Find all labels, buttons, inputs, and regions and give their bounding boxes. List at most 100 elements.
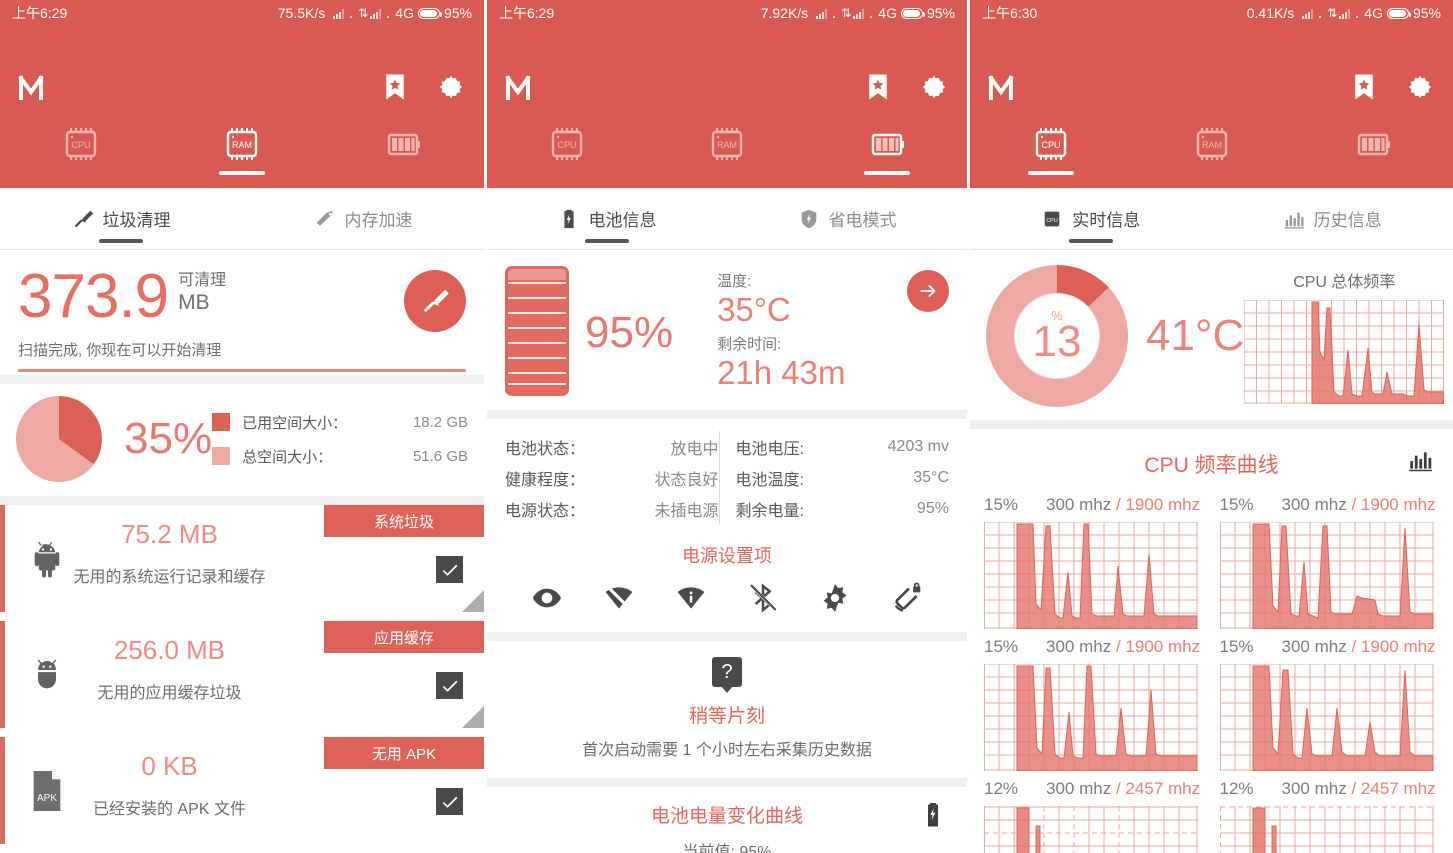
top-tab-row: CPU RAM (0, 124, 484, 188)
screen-cpu-info: 上午6:30 0.41K/s ⇅ 4G 95% CPU RAM CPU 实时信息… (970, 0, 1453, 853)
sub-tab-row: CPU 实时信息 历史信息 (970, 188, 1453, 250)
data-transfer-icon: ⇅ (1327, 6, 1337, 20)
battery-chart-header: 电池电量变化曲线 当前值: 95% (487, 787, 967, 853)
scan-status-text: 扫描完成, 你现在可以开始清理 (18, 341, 222, 359)
junk-checkbox[interactable] (436, 788, 463, 815)
status-net-speed: 7.92K/s (760, 5, 809, 21)
section-divider (487, 778, 967, 787)
core-freq-separator: / (1351, 495, 1357, 514)
top-tab-battery[interactable] (807, 124, 967, 188)
bookmark-star-icon[interactable] (1349, 72, 1379, 102)
top-tab-cpu[interactable]: CPU (970, 124, 1131, 188)
bookmark-star-icon[interactable] (863, 72, 893, 102)
cpu-chip-icon: CPU (1044, 211, 1060, 226)
junk-size: 0 KB (141, 751, 198, 781)
legend-value-used: 18.2 GB (412, 413, 468, 431)
power-setting-wifi-info[interactable] (655, 582, 727, 614)
junk-row-app-cache[interactable]: 应用缓存 256.0 MB 无用的应用缓存垃圾 (0, 621, 484, 728)
clean-hero-card: 373.9 可清理 MB 扫描完成, 你现在可以开始清理 (0, 250, 484, 375)
core-max-freq: 1900 mhz (1360, 637, 1436, 656)
power-settings-row (487, 570, 967, 632)
brightness-icon (823, 584, 847, 612)
bookmark-star-icon[interactable] (380, 72, 410, 102)
top-tab-ram[interactable]: RAM (1131, 124, 1292, 188)
rotation-lock-icon (894, 582, 921, 612)
wifi-info-icon (677, 587, 705, 609)
gear-icon[interactable] (919, 72, 949, 102)
top-tab-ram[interactable]: RAM (161, 124, 322, 188)
battery-bolt-icon[interactable] (921, 801, 945, 827)
top-tab-battery[interactable] (1292, 124, 1453, 188)
bar-chart-icon[interactable] (1407, 447, 1433, 473)
row-value: 4203 mv (887, 437, 949, 455)
battery-icon (865, 126, 909, 162)
storage-pie-chart (16, 396, 102, 482)
screen-battery-info: 上午6:29 7.92K/s ⇅ 4G 95% CPU RAM 电池信息 省电模… (484, 0, 970, 853)
battery-percent-value: 95% (585, 308, 674, 357)
junk-checkbox[interactable] (436, 672, 463, 699)
row-key: 电源状态： (505, 502, 586, 520)
power-setting-rotation-lock[interactable] (871, 582, 943, 614)
gear-icon[interactable] (436, 72, 466, 102)
sub-tab-power-saving[interactable]: 省电模式 (727, 188, 967, 249)
battery-detail-button[interactable] (907, 270, 949, 312)
top-tab-ram[interactable]: RAM (647, 124, 807, 188)
gear-icon[interactable] (1405, 72, 1435, 102)
start-clean-button[interactable] (404, 270, 466, 332)
expand-corner-icon[interactable] (462, 706, 484, 728)
core-frequency-chart (1219, 664, 1434, 771)
top-tab-cpu[interactable]: CPU (0, 124, 161, 188)
signal-bars-2-icon (1339, 8, 1351, 19)
history-wait-card: ? 稍等片刻 首次启动需要 1 个小时左右采集历史数据 (487, 641, 967, 778)
data-transfer-icon: ⇅ (358, 6, 368, 20)
separator-dot-icon (833, 16, 836, 18)
cpu-chip-icon: CPU (59, 126, 103, 162)
core-usage-percent: 12% (1219, 779, 1254, 798)
table-row: 电池温度: 35°C (736, 462, 950, 493)
power-setting-bluetooth-off[interactable] (727, 582, 799, 614)
core-max-freq: 1900 mhz (1125, 637, 1201, 656)
battery-remaining-value: 21h 43m (717, 354, 846, 391)
signal-bars-2-icon (370, 8, 382, 19)
battery-bolt-icon (563, 209, 574, 228)
junk-checkbox[interactable] (436, 556, 463, 583)
power-setting-eye[interactable] (511, 582, 583, 614)
top-tab-battery[interactable] (323, 124, 484, 188)
status-time: 上午6:30 (982, 5, 1038, 21)
cpu-chip-icon: CPU (545, 126, 589, 162)
core-frequency-chart (984, 522, 1198, 629)
cleanable-unit: MB (178, 291, 210, 315)
section-divider (970, 420, 1453, 429)
expand-corner-icon[interactable] (462, 590, 484, 612)
battery-level-graphic (505, 266, 569, 396)
sub-tab-realtime-info[interactable]: CPU 实时信息 (970, 188, 1212, 249)
cleanable-label: 可清理 (178, 272, 227, 289)
cpu-usage-donut-chart: % 13 (986, 265, 1128, 407)
sub-tab-history-info[interactable]: 历史信息 (1212, 188, 1453, 249)
sub-tab-memory-boost[interactable]: 内存加速 (242, 188, 484, 249)
cpu-overall-frequency-chart (1244, 300, 1445, 404)
power-setting-wifi-off[interactable] (583, 582, 655, 614)
tab-underline-active (218, 171, 265, 175)
cpu-frequency-title-text: CPU 频率曲线 (1144, 454, 1279, 477)
core-frequency-chart (984, 664, 1198, 771)
power-setting-brightness[interactable] (799, 582, 871, 614)
cpu-overall-frequency-card: CPU 总体频率 (1244, 268, 1445, 404)
ram-chip-icon: RAM (220, 126, 264, 162)
wait-subtitle: 首次启动需要 1 个小时左右采集历史数据 (582, 742, 872, 759)
storage-legend: 已用空间大小： 18.2 GB 总空间大小： 51.6 GB (212, 405, 468, 473)
sub-tab-junk-clean[interactable]: 垃圾清理 (0, 188, 242, 249)
sub-tab-battery-info[interactable]: 电池信息 (487, 188, 727, 249)
table-row: 剩余电量: 95% (736, 493, 950, 524)
app-bar (970, 26, 1453, 124)
top-tab-cpu[interactable]: CPU (487, 124, 647, 188)
junk-row-apk[interactable]: 无用 APK APK 0 KB 已经安装的 APK 文件 (0, 737, 484, 844)
core-usage-percent: 15% (984, 637, 1019, 656)
core-usage-percent: 15% (1219, 495, 1254, 514)
svg-text:RAM: RAM (1202, 140, 1222, 150)
junk-row-system[interactable]: 系统垃圾 75.2 MB 无用的系统运行记录和缓存 (0, 505, 484, 612)
core-min-freq: 300 mhz (1046, 495, 1112, 514)
battery-chart-title: 电池电量变化曲线 (650, 806, 803, 827)
status-battery-percent: 95% (926, 5, 955, 21)
core-max-freq: 1900 mhz (1125, 495, 1201, 514)
